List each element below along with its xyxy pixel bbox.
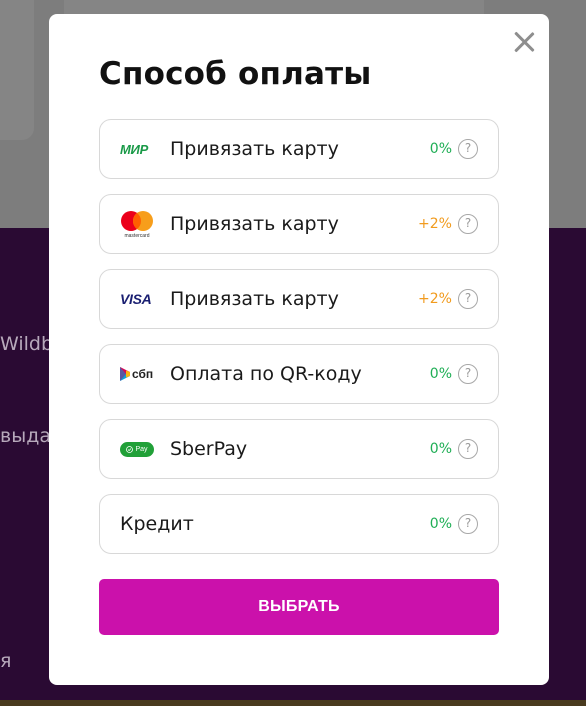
payment-methods-list: МИР Привязать карту 0% ? mastercard Прив…	[99, 119, 499, 569]
payment-option-visa[interactable]: VISA Привязать карту +2% ?	[99, 269, 499, 329]
payment-option-label: Привязать карту	[170, 288, 339, 310]
background-strip	[0, 700, 586, 706]
check-circle-icon	[126, 445, 134, 453]
close-icon[interactable]	[513, 30, 535, 52]
payment-option-label: Привязать карту	[170, 213, 339, 235]
payment-option-label: Привязать карту	[170, 138, 339, 160]
sbp-logo-icon: сбп	[120, 361, 154, 387]
select-button[interactable]: ВЫБРАТЬ	[99, 579, 499, 635]
fee-badge: 0%	[429, 141, 452, 157]
mir-logo-icon: МИР	[120, 136, 154, 162]
payment-option-sberpay[interactable]: Pay SberPay 0% ?	[99, 419, 499, 479]
payment-method-modal: Способ оплаты МИР Привязать карту 0% ? m…	[49, 14, 549, 685]
sbp-logo-text: сбп	[132, 367, 154, 381]
help-icon[interactable]: ?	[458, 139, 478, 159]
payment-option-mir[interactable]: МИР Привязать карту 0% ?	[99, 119, 499, 179]
mastercard-logo-text: mastercard	[124, 233, 149, 238]
payment-option-label: Оплата по QR-коду	[170, 363, 362, 385]
background-card	[0, 0, 34, 140]
fee-badge: +2%	[418, 291, 452, 307]
fee-badge: 0%	[429, 516, 452, 532]
sberpay-logo-icon: Pay	[120, 436, 154, 462]
fee-badge: 0%	[429, 366, 452, 382]
payment-option-mastercard[interactable]: mastercard Привязать карту +2% ?	[99, 194, 499, 254]
payment-option-label: Кредит	[120, 513, 194, 535]
payment-option-label: SberPay	[170, 438, 248, 460]
sberpay-logo-text: Pay	[135, 445, 148, 453]
help-icon[interactable]: ?	[458, 214, 478, 234]
sbp-mark-icon	[120, 367, 130, 381]
payment-option-credit[interactable]: Кредит 0% ?	[99, 494, 499, 554]
help-icon[interactable]: ?	[458, 439, 478, 459]
sberpay-pill: Pay	[120, 441, 154, 457]
help-icon[interactable]: ?	[458, 514, 478, 534]
help-icon[interactable]: ?	[458, 364, 478, 384]
visa-logo-icon: VISA	[120, 286, 154, 312]
visa-logo-text: VISA	[120, 291, 152, 307]
fee-badge: +2%	[418, 216, 452, 232]
fee-badge: 0%	[429, 441, 452, 457]
mir-logo-text: МИР	[120, 141, 148, 157]
background-text: я	[0, 650, 12, 672]
payment-option-sbp[interactable]: сбп Оплата по QR-коду 0% ?	[99, 344, 499, 404]
modal-title: Способ оплаты	[99, 56, 372, 92]
mastercard-logo-icon: mastercard	[120, 211, 154, 238]
help-icon[interactable]: ?	[458, 289, 478, 309]
mastercard-logo-svg: mastercard	[121, 211, 153, 238]
